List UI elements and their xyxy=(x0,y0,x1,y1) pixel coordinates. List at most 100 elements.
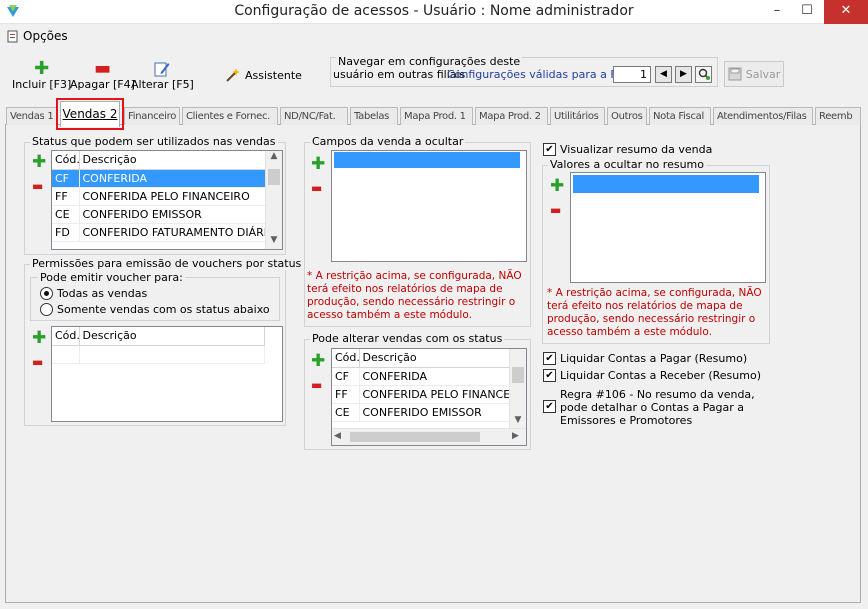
cell-cod: CF xyxy=(52,169,80,188)
scroll-down-icon[interactable]: ▼ xyxy=(510,415,526,425)
magic-wand-icon xyxy=(226,68,240,82)
status-add-button[interactable]: ✚ xyxy=(32,154,46,171)
filial-input[interactable]: 1 xyxy=(613,66,651,83)
table-row[interactable]: CE CONFERIDO EMISSOR xyxy=(332,403,511,422)
next-filial-button[interactable]: ▶ xyxy=(675,66,692,83)
scroll-up-icon[interactable]: ▲ xyxy=(266,151,282,161)
campos-add-button[interactable]: ✚ xyxy=(311,156,325,173)
col-cod-header[interactable]: Cód. xyxy=(52,327,80,346)
scroll-down-icon[interactable]: ▼ xyxy=(266,235,282,245)
minus-icon: ▬ xyxy=(32,179,44,193)
table-row[interactable]: CF CONFERIDA xyxy=(332,367,511,386)
status-remove-button[interactable]: ▬ xyxy=(32,178,43,195)
alterar-grid-header: Cód. Descrição xyxy=(332,349,511,368)
radio-todas-vendas[interactable]: Todas as vendas xyxy=(40,287,147,300)
salvar-button[interactable]: Salvar xyxy=(724,61,784,87)
regra-106-checkbox[interactable]: ✔ Regra #106 - No resumo da venda, pode … xyxy=(543,388,768,427)
tab-highlight-box xyxy=(56,98,124,130)
status-grid[interactable]: Cód. Descrição CF CONFERIDA FF CONFERIDA P… xyxy=(51,150,283,250)
tab-mapa-prod-1[interactable]: Mapa Prod. 1 xyxy=(400,107,473,125)
campos-remove-button[interactable]: ▬ xyxy=(311,180,322,197)
table-row[interactable]: CF CONFERIDA xyxy=(52,169,267,188)
edit-icon xyxy=(154,62,170,77)
valores-warning: * A restrição acima, se configurada, NÃO… xyxy=(547,287,762,338)
alterar-add-button[interactable]: ✚ xyxy=(311,353,325,370)
tab-reemb[interactable]: Reemb xyxy=(815,107,861,125)
campos-group-title: Campos da venda a ocultar xyxy=(310,135,466,148)
tab-mapa-prod-2[interactable]: Mapa Prod. 2 xyxy=(475,107,548,125)
table-row[interactable]: FFCONFERIDA PELO FINANCEIRO xyxy=(332,385,511,404)
col-desc-header[interactable]: Descrição xyxy=(359,349,511,368)
campos-list[interactable] xyxy=(331,150,527,262)
valores-list[interactable] xyxy=(570,172,766,283)
list-item[interactable] xyxy=(573,175,759,193)
col-desc-header[interactable]: Descrição xyxy=(79,151,267,170)
menu-options[interactable]: Opções xyxy=(6,28,68,44)
tab-clientes-fornec[interactable]: Clientes e Fornec. xyxy=(182,107,278,125)
plus-icon: ✚ xyxy=(32,328,47,348)
visualizar-resumo-checkbox[interactable]: ✔ Visualizar resumo da venda xyxy=(543,143,712,156)
check-icon: ✔ xyxy=(543,369,556,382)
tab-financeiro[interactable]: Financeiro xyxy=(124,107,180,125)
scroll-right-icon[interactable]: ▶ xyxy=(512,431,519,441)
scroll-thumb[interactable] xyxy=(350,432,480,442)
check-icon: ✔ xyxy=(543,143,556,156)
voucher-grid[interactable]: Cód. Descrição xyxy=(51,326,283,422)
maximize-button[interactable]: ☐ xyxy=(792,0,822,24)
table-row[interactable] xyxy=(52,345,265,364)
nav-legend-line2: usuário em outras filiais xyxy=(333,68,466,81)
alterar-grid-hscrollbar[interactable]: ◀ ▶ xyxy=(332,428,526,445)
cell-cod: CE xyxy=(332,403,360,422)
status-group-title: Status que podem ser utilizados nas vend… xyxy=(30,135,278,148)
alterar-grid[interactable]: Cód. Descrição CF CONFERIDA FF CONFERIDA P… xyxy=(331,348,527,446)
tab-vendas-1[interactable]: Vendas 1 xyxy=(6,107,58,125)
incluir-button[interactable]: ✚ Incluir [F3] xyxy=(12,58,71,92)
assistente-button[interactable]: Assistente xyxy=(225,67,302,83)
col-cod-header[interactable]: Cód. xyxy=(332,349,360,368)
col-cod-header[interactable]: Cód. xyxy=(52,151,80,170)
table-row[interactable]: CE CONFERIDO EMISSOR xyxy=(52,205,267,224)
scroll-thumb[interactable] xyxy=(512,367,524,383)
plus-icon: ✚ xyxy=(34,58,50,79)
alterar-remove-button[interactable]: ▬ xyxy=(311,377,322,394)
close-button[interactable]: ✕ xyxy=(824,0,868,24)
alterar-grid-vscrollbar[interactable]: ▼ xyxy=(509,349,526,428)
tab-nd-nc-fat[interactable]: ND/NC/Fat. xyxy=(280,107,348,125)
scroll-left-icon[interactable]: ◀ xyxy=(334,431,341,441)
minus-icon: ▬ xyxy=(550,203,562,217)
title-bar: Configuração de acessos - Usuário : Nome… xyxy=(0,0,868,24)
cell-desc: CONFERIDA PELO FINANCEIRO xyxy=(359,385,511,404)
apagar-label: Apagar [F4] xyxy=(70,78,135,91)
alterar-button[interactable]: Alterar [F5] xyxy=(131,60,194,91)
col-desc-header[interactable]: Descrição xyxy=(79,327,265,346)
window-title: Configuração de acessos - Usuário : Nome… xyxy=(234,3,634,19)
table-row[interactable]: FD CONFERIDO FATURAMENTO DIÁRIO xyxy=(52,223,267,242)
nav-configuracoes-link[interactable]: Configurações válidas para a Filial xyxy=(447,68,635,81)
tab-utilitarios[interactable]: Utilitários xyxy=(550,107,605,125)
liquidar-pagar-checkbox[interactable]: ✔ Liquidar Contas a Pagar (Resumo) xyxy=(543,352,747,365)
tab-atendimentos-filas[interactable]: Atendimentos/Filas xyxy=(713,107,813,125)
prev-filial-button[interactable]: ◀ xyxy=(655,66,672,83)
valores-add-button[interactable]: ✚ xyxy=(550,178,564,195)
tab-outros[interactable]: Outros xyxy=(607,107,647,125)
triangle-right-icon: ▶ xyxy=(680,69,687,79)
minus-icon: ▬ xyxy=(32,355,44,369)
scroll-thumb[interactable] xyxy=(268,169,280,185)
list-item[interactable] xyxy=(334,152,520,168)
tab-tabelas[interactable]: Tabelas xyxy=(350,107,398,125)
tab-nota-fiscal[interactable]: Nota Fiscal xyxy=(649,107,711,125)
voucher-add-button[interactable]: ✚ xyxy=(32,330,46,347)
radio-somente-vendas[interactable]: Somente vendas com os status abaixo xyxy=(40,303,270,316)
search-icon xyxy=(698,68,710,80)
minimize-button[interactable]: – xyxy=(762,0,792,24)
table-row[interactable]: FFCONFERIDA PELO FINANCEIRO xyxy=(52,187,267,206)
apagar-button[interactable]: ▬ Apagar [F4] xyxy=(70,60,135,92)
valores-remove-button[interactable]: ▬ xyxy=(550,202,561,219)
liquidar-receber-checkbox[interactable]: ✔ Liquidar Contas a Receber (Resumo) xyxy=(543,369,761,382)
status-grid-scrollbar[interactable]: ▲ ▼ xyxy=(265,151,282,249)
radio-somente-label: Somente vendas com os status abaixo xyxy=(57,303,270,316)
cell-desc xyxy=(79,345,265,364)
search-filial-button[interactable] xyxy=(695,66,712,83)
voucher-remove-button[interactable]: ▬ xyxy=(32,354,43,371)
minus-icon: ▬ xyxy=(311,181,323,195)
